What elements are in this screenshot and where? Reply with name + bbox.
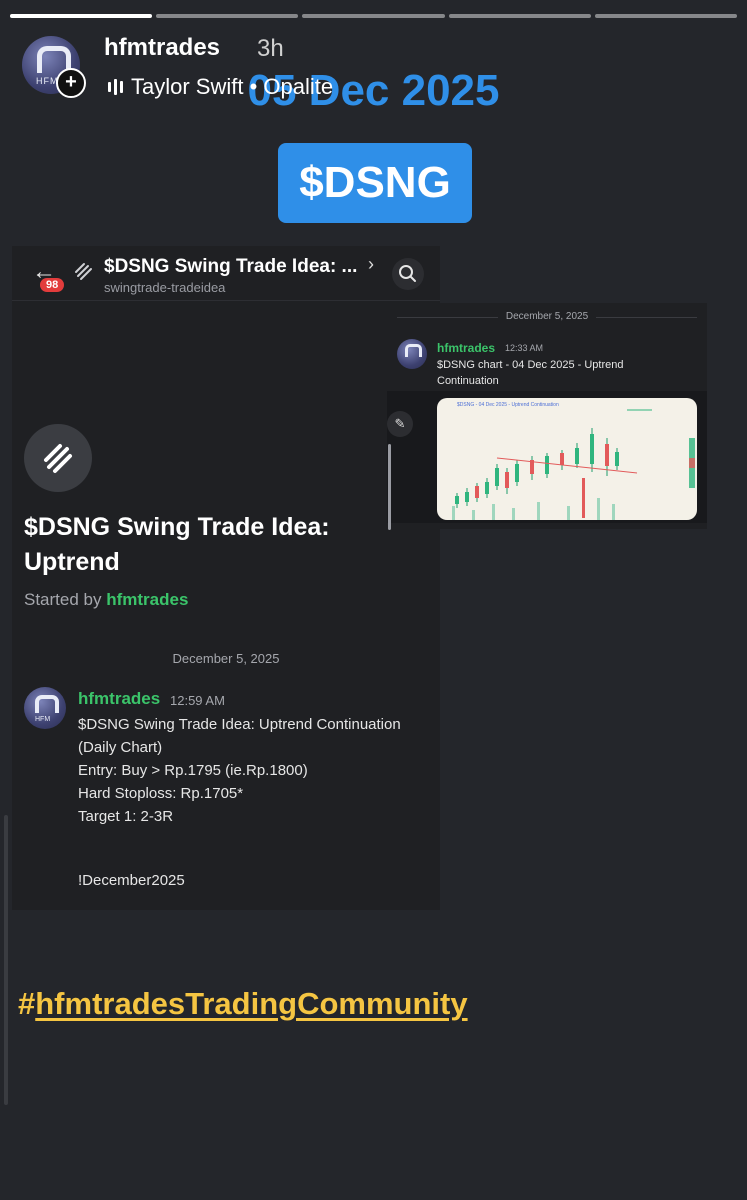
message-line: Entry: Buy > Rp.1795 (ie.Rp.1800)	[78, 762, 308, 779]
search-button[interactable]	[392, 258, 424, 290]
started-by-user[interactable]: hfmtrades	[106, 590, 188, 609]
thread-title: $DSNG Swing Trade Idea: Uptrend	[24, 513, 330, 576]
scrollbar[interactable]	[388, 444, 391, 530]
date-divider-label: December 5, 2025	[497, 311, 597, 322]
avatar-logo-text: HFM	[35, 716, 51, 723]
message-timestamp: 12:33 AM	[505, 343, 544, 353]
story-progress-bar	[10, 14, 738, 18]
message-body: $DSNG Swing Trade Idea: Uptrend Continua…	[78, 713, 423, 828]
hashtag-text: hfmtradesTradingCommunity	[35, 986, 468, 1021]
discord-chart-screenshot: December 5, 2025 hfmtrades 12:33 AM $DSN…	[387, 303, 707, 529]
started-by-label: Started by	[24, 590, 102, 609]
pencil-icon[interactable]: ✎	[387, 411, 413, 437]
progress-segment	[594, 14, 738, 18]
story-header: HFM + hfmtrades 3h Taylor Swift • Opalit…	[22, 34, 737, 104]
hashtag-sticker[interactable]: #hfmtradesTradingCommunity	[18, 986, 468, 1022]
follow-plus-icon[interactable]: +	[56, 68, 86, 98]
progress-segment	[302, 14, 445, 18]
chart-image-attachment[interactable]: $DSNG - 04 Dec 2025 - Uptrend Continuati…	[437, 398, 697, 520]
message-timestamp: 12:59 AM	[170, 693, 225, 708]
message-line: Hard Stoploss: Rp.1705*	[78, 785, 244, 802]
date-divider: December 5, 2025	[387, 311, 707, 322]
message-avatar[interactable]: HFM	[24, 687, 66, 729]
message-tag: !December2025	[78, 872, 185, 889]
thread-big-icon	[24, 424, 92, 492]
message-line: $DSNG Swing Trade Idea: Uptrend Continua…	[78, 716, 401, 733]
music-title: Taylor Swift • Opalite	[131, 74, 334, 99]
progress-segment	[448, 14, 591, 18]
hashtag-prefix: #	[18, 986, 36, 1021]
date-divider: December 5, 2025	[172, 651, 280, 666]
thread-icon	[75, 263, 92, 280]
message-line: Target 1: 2-3R	[78, 808, 174, 825]
discord-thread-screenshot: ← 98 $DSNG Swing Trade Idea: ... › swing…	[12, 246, 440, 910]
scrollbar[interactable]	[4, 815, 8, 1105]
message-username[interactable]: hfmtrades	[78, 689, 160, 709]
discord-topbar: ← 98 $DSNG Swing Trade Idea: ... › swing…	[12, 246, 440, 301]
audio-bars-icon	[108, 79, 123, 95]
chart-image-title: $DSNG - 04 Dec 2025 - Uptrend Continuati…	[457, 402, 559, 408]
chevron-right-icon[interactable]: ›	[368, 254, 374, 275]
message-body: $DSNG chart - 04 Dec 2025 - Uptrend Cont…	[437, 359, 624, 387]
music-sticker[interactable]: Taylor Swift • Opalite	[108, 74, 333, 100]
candlestick-chart-thumbnail	[452, 409, 695, 520]
story-username[interactable]: hfmtrades	[104, 34, 220, 62]
progress-segment	[156, 14, 299, 18]
started-by: Started by hfmtrades	[24, 590, 188, 610]
profile-avatar[interactable]: HFM +	[22, 36, 86, 98]
unread-badge: 98	[40, 278, 65, 292]
channel-name: swingtrade-tradeidea	[104, 280, 226, 295]
search-icon	[399, 265, 416, 282]
topbar-title[interactable]: $DSNG Swing Trade Idea: ...	[104, 256, 357, 278]
progress-segment	[10, 14, 153, 18]
story-timestamp: 3h	[257, 35, 284, 62]
message-avatar[interactable]	[397, 339, 427, 369]
message-line: (Daily Chart)	[78, 739, 163, 756]
message-username[interactable]: hfmtrades	[437, 341, 495, 355]
ticker-label-box: $DSNG	[278, 143, 472, 223]
